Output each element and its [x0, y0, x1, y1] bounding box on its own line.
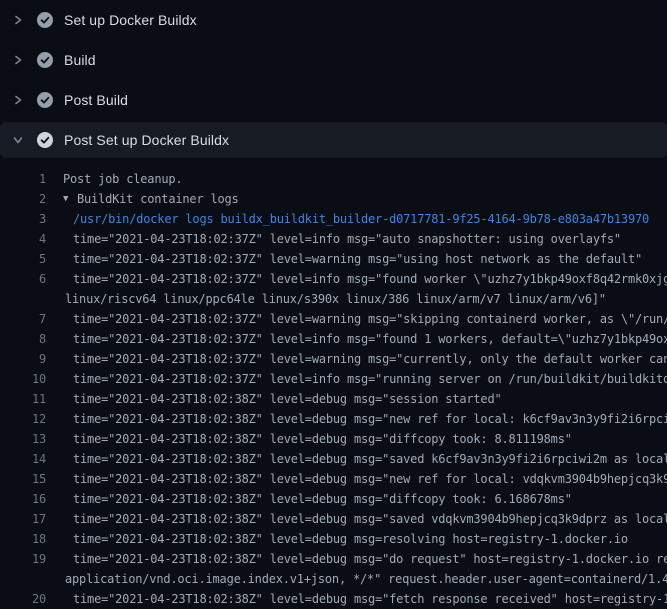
log-command-text: /usr/bin/docker logs buildx_buildkit_bui…	[63, 209, 649, 229]
step-label: Set up Docker Buildx	[64, 12, 197, 28]
line-number	[0, 289, 63, 309]
log-rows: 1Post job cleanup.2▼BuildKit container l…	[0, 158, 667, 609]
line-number[interactable]: 6	[0, 269, 63, 289]
log-row: 9time="2021-04-23T18:02:37Z" level=warni…	[0, 349, 667, 369]
triangle-down-icon[interactable]: ▼	[63, 189, 77, 209]
step-label: Post Build	[64, 92, 128, 108]
log-text: time="2021-04-23T18:02:38Z" level=debug …	[63, 409, 667, 429]
step-label: Post Set up Docker Buildx	[64, 132, 229, 148]
log-row: 13time="2021-04-23T18:02:38Z" level=debu…	[0, 429, 667, 449]
log-text: time="2021-04-23T18:02:38Z" level=debug …	[63, 389, 502, 409]
log-row: 8time="2021-04-23T18:02:37Z" level=info …	[0, 329, 667, 349]
log-text: time="2021-04-23T18:02:38Z" level=debug …	[63, 469, 667, 489]
log-row: 2▼BuildKit container logs	[0, 189, 667, 209]
steps-list: Set up Docker Buildx Build Post Build Po…	[0, 0, 667, 158]
line-number[interactable]: 3	[0, 209, 63, 229]
log-row: 14time="2021-04-23T18:02:38Z" level=debu…	[0, 449, 667, 469]
log-text: time="2021-04-23T18:02:37Z" level=warnin…	[63, 249, 642, 269]
log-text: time="2021-04-23T18:02:38Z" level=debug …	[63, 449, 667, 469]
line-number[interactable]: 20	[0, 589, 63, 609]
line-number[interactable]: 11	[0, 389, 63, 409]
line-number[interactable]: 1	[0, 169, 63, 189]
log-row: 18time="2021-04-23T18:02:38Z" level=debu…	[0, 529, 667, 549]
log-text: linux/riscv64 linux/ppc64le linux/s390x …	[63, 289, 606, 309]
log-text: time="2021-04-23T18:02:37Z" level=warnin…	[63, 349, 667, 369]
check-circle-icon	[37, 92, 53, 108]
log-row: 7time="2021-04-23T18:02:37Z" level=warni…	[0, 309, 667, 329]
line-number[interactable]: 12	[0, 409, 63, 429]
log-text: time="2021-04-23T18:02:37Z" level=warnin…	[63, 309, 667, 329]
chevron-right-icon	[12, 14, 24, 26]
log-text: time="2021-04-23T18:02:37Z" level=info m…	[63, 369, 667, 389]
log-row: linux/riscv64 linux/ppc64le linux/s390x …	[0, 289, 667, 309]
line-number[interactable]: 2	[0, 189, 63, 209]
line-number[interactable]: 15	[0, 469, 63, 489]
log-text: time="2021-04-23T18:02:37Z" level=info m…	[63, 329, 667, 349]
log-row: application/vnd.oci.image.index.v1+json,…	[0, 569, 667, 589]
line-number[interactable]: 8	[0, 329, 63, 349]
log-text: time="2021-04-23T18:02:38Z" level=debug …	[63, 429, 572, 449]
log-row: 15time="2021-04-23T18:02:38Z" level=debu…	[0, 469, 667, 489]
log-row: 12time="2021-04-23T18:02:38Z" level=debu…	[0, 409, 667, 429]
line-number[interactable]: 5	[0, 249, 63, 269]
line-number[interactable]: 17	[0, 509, 63, 529]
log-row: 11time="2021-04-23T18:02:38Z" level=debu…	[0, 389, 667, 409]
line-number[interactable]: 16	[0, 489, 63, 509]
line-number[interactable]: 13	[0, 429, 63, 449]
step-label: Build	[64, 52, 96, 68]
log-text: time="2021-04-23T18:02:38Z" level=debug …	[63, 529, 628, 549]
line-number[interactable]: 10	[0, 369, 63, 389]
check-circle-icon	[37, 52, 53, 68]
log-text: time="2021-04-23T18:02:38Z" level=debug …	[63, 589, 667, 609]
log-row: 10time="2021-04-23T18:02:37Z" level=info…	[0, 369, 667, 389]
log-row: 4time="2021-04-23T18:02:37Z" level=info …	[0, 229, 667, 249]
log-text: application/vnd.oci.image.index.v1+json,…	[63, 569, 667, 589]
log-row: 6time="2021-04-23T18:02:37Z" level=info …	[0, 269, 667, 289]
log-text: Post job cleanup.	[63, 169, 182, 189]
log-row: 1Post job cleanup.	[0, 169, 667, 189]
actions-log-viewer: { "steps": [ {"label": "Set up Docker Bu…	[0, 0, 667, 600]
log-row: 3/usr/bin/docker logs buildx_buildkit_bu…	[0, 209, 667, 229]
log-row: 5time="2021-04-23T18:02:37Z" level=warni…	[0, 249, 667, 269]
step-set-up-docker-buildx[interactable]: Set up Docker Buildx	[0, 0, 667, 40]
line-number[interactable]: 18	[0, 529, 63, 549]
chevron-right-icon	[12, 94, 24, 106]
line-number[interactable]: 4	[0, 229, 63, 249]
check-circle-icon	[37, 132, 53, 148]
log-row: 16time="2021-04-23T18:02:38Z" level=debu…	[0, 489, 667, 509]
log-text: time="2021-04-23T18:02:38Z" level=debug …	[63, 509, 667, 529]
log-text: time="2021-04-23T18:02:38Z" level=debug …	[63, 489, 572, 509]
line-number[interactable]: 9	[0, 349, 63, 369]
log-row: 17time="2021-04-23T18:02:38Z" level=debu…	[0, 509, 667, 529]
line-number[interactable]: 19	[0, 549, 63, 569]
step-post-set-up-docker-buildx[interactable]: Post Set up Docker Buildx	[0, 122, 667, 158]
chevron-right-icon	[12, 54, 24, 66]
line-number	[0, 569, 63, 589]
line-number[interactable]: 14	[0, 449, 63, 469]
step-post-build[interactable]: Post Build	[0, 80, 667, 120]
log-text: time="2021-04-23T18:02:37Z" level=info m…	[63, 229, 621, 249]
log-text: time="2021-04-23T18:02:37Z" level=info m…	[63, 269, 667, 289]
check-circle-icon	[37, 12, 53, 28]
log-row: 19time="2021-04-23T18:02:38Z" level=debu…	[0, 549, 667, 569]
chevron-down-icon	[12, 134, 24, 146]
log-text: time="2021-04-23T18:02:38Z" level=debug …	[63, 549, 667, 569]
log-row: 20time="2021-04-23T18:02:38Z" level=debu…	[0, 589, 667, 609]
step-build[interactable]: Build	[0, 40, 667, 80]
line-number[interactable]: 7	[0, 309, 63, 329]
log-text: BuildKit container logs	[77, 189, 239, 209]
